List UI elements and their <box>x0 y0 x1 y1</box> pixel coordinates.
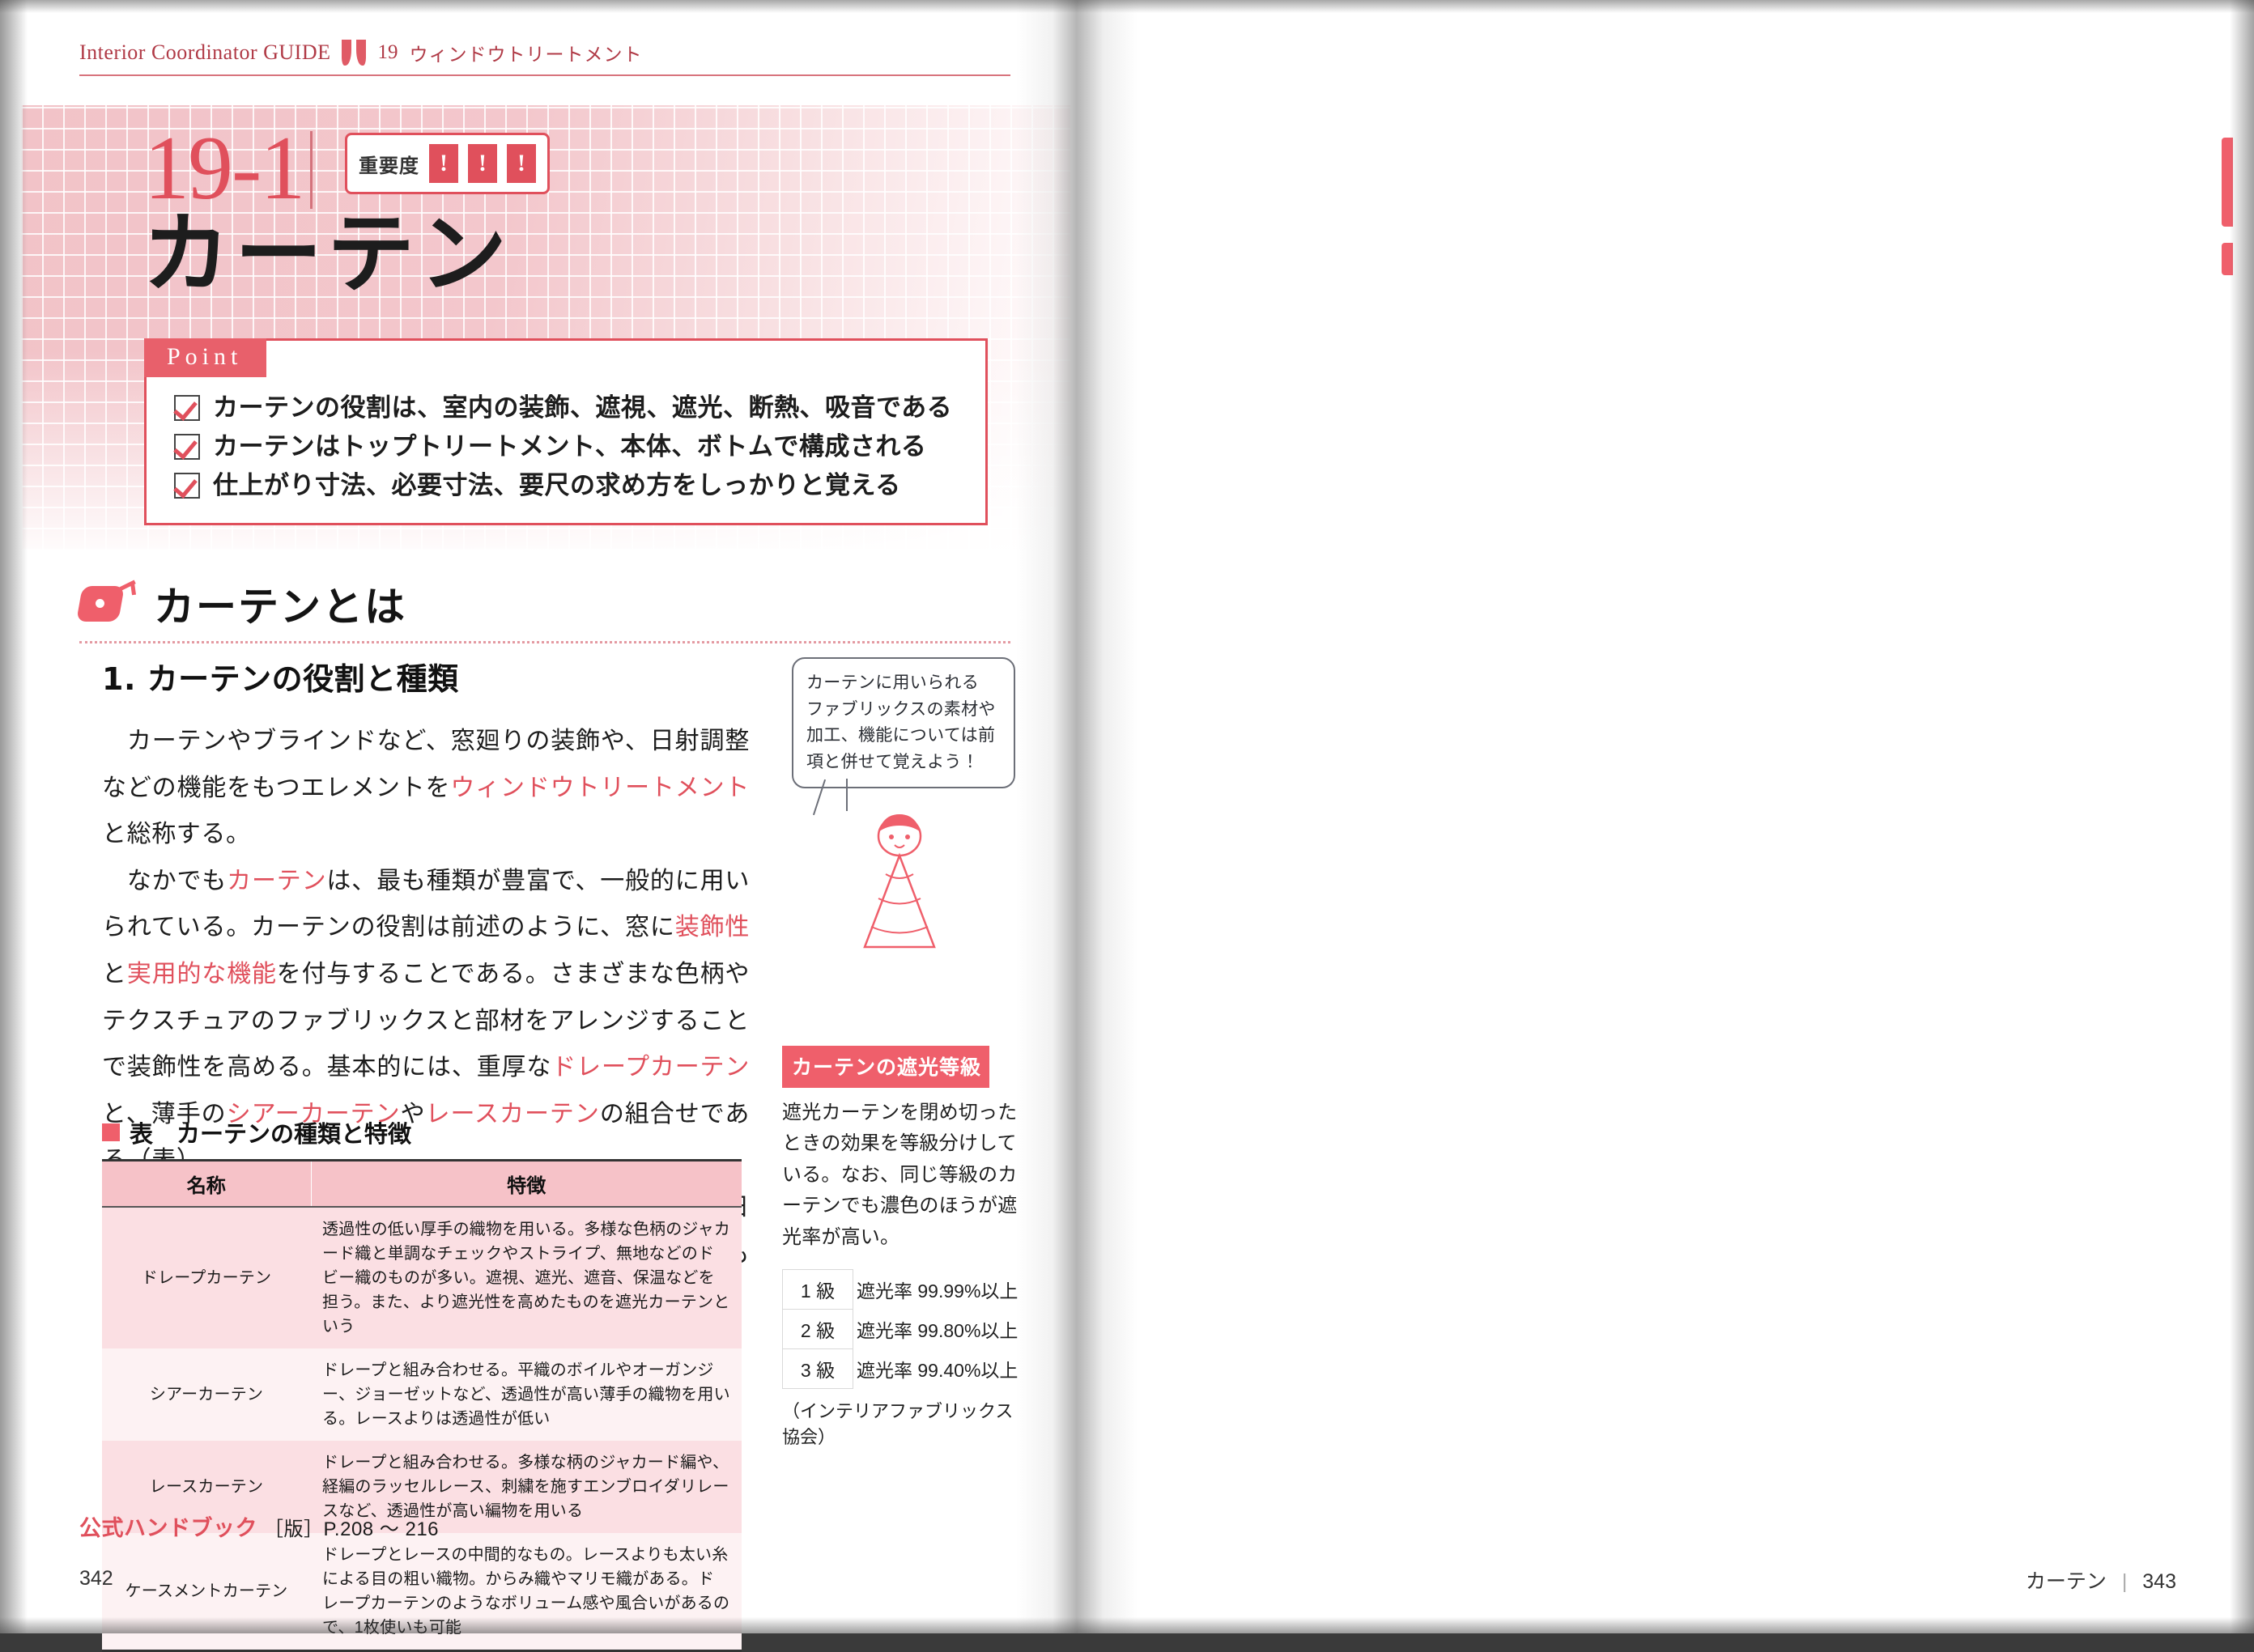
grade-level: 3 級 <box>782 1348 853 1389</box>
page-left: Interior Coordinator GUIDE 19 ウィンドウトリートメ… <box>21 0 1070 1652</box>
folio-right-label: カーテン <box>2025 1570 2107 1593</box>
handbook-note: 公式ハンドブック ［版］P.208 〜 216 <box>79 1510 439 1542</box>
grade-level: 1 級 <box>782 1268 853 1310</box>
handbook-note-black: ［版］P.208 〜 216 <box>264 1518 440 1540</box>
page-edge-marker-top <box>2222 138 2233 227</box>
curtain-kinds-table: 名称 特徴 ドレープカーテン 透過性の低い厚手の織物を用いる。多様な色柄のジャカ… <box>102 1159 742 1652</box>
grade-box-title: カーテンの遮光等級 <box>782 1046 990 1088</box>
point-item: カーテンの役割は、室内の装飾、遮視、遮光、断熱、吸音である <box>174 389 985 427</box>
hero-divider <box>310 131 313 209</box>
grade-value: 遮光率 99.99%以上 <box>857 1280 1019 1302</box>
tip-bubble-line: ファブリックスの素材や <box>806 699 996 719</box>
tip-bubble: カーテンに用いられる ファブリックスの素材や 加工、機能については前 項と併せて… <box>792 657 1015 789</box>
point-list: カーテンの役割は、室内の装飾、遮視、遮光、断熱、吸音である カーテンはトップトリ… <box>147 389 985 505</box>
page-edge-right <box>2230 0 2254 1633</box>
importance-mark-2: ! <box>468 144 497 183</box>
kinds-table-wrap: 表 カーテンの種類と特徴 名称 特徴 ドレープカーテン 透過性の低い厚手の織物を… <box>102 1115 742 1652</box>
tip-bubble-line: 加工、機能については前 <box>806 726 996 745</box>
importance-label: 重要度 <box>359 155 419 177</box>
grade-value: 遮光率 99.40%以上 <box>857 1359 1019 1381</box>
table-row: 2 級 遮光率 99.80%以上 <box>782 1308 1025 1349</box>
importance-badge: 重要度 ! ! ! <box>345 133 550 194</box>
point-item-text: 仕上がり寸法、必要寸法、要尺の求め方をしっかりと覚える <box>213 471 901 500</box>
point-item-text: カーテンはトップトリートメント、本体、ボトムで構成される <box>213 432 927 461</box>
cell-desc: ドレープと組み合わせる。平織のボイルやオーガンジー、ジョーゼットなど、透過性が高… <box>311 1348 742 1441</box>
grade-level: 2 級 <box>782 1308 853 1349</box>
page-right: 2. カーテンの構成 カーテンは、トップトリートメントとカーテン本体、ボトムの部… <box>1093 0 2233 1633</box>
grade-table: 1 級 遮光率 99.99%以上 2 級 遮光率 99.80%以上 3 級 遮光… <box>782 1268 1025 1389</box>
book-spread: Interior Coordinator GUIDE 19 ウィンドウトリートメ… <box>0 0 2254 1652</box>
point-item: 仕上がり寸法、必要寸法、要尺の求め方をしっかりと覚える <box>174 466 985 505</box>
folio-right-number: 343 <box>2142 1570 2176 1593</box>
page-title: カーテン <box>142 203 512 305</box>
checkbox-icon <box>174 473 200 499</box>
grade-box: カーテンの遮光等級 遮光カーテンを閉め切ったときの効果を等級分けしている。なお、… <box>782 1046 1025 1449</box>
cell-desc: 透過性の低い厚手の織物を用いる。多様な色柄のジャカード織と単調なチェックやストラ… <box>311 1207 742 1348</box>
running-head-chapter-number: 19 <box>377 41 398 63</box>
table-row: 1 級 遮光率 99.99%以上 <box>782 1268 1025 1310</box>
section-number: 19-1 <box>144 118 305 219</box>
running-head-series: Interior Coordinator GUIDE <box>79 40 331 64</box>
point-box-label: Point <box>144 338 267 377</box>
point-item-text: カーテンの役割は、室内の装飾、遮視、遮光、断熱、吸音である <box>213 393 953 422</box>
section-divider <box>79 641 1010 643</box>
tip-bubble-line: 項と併せて覚えよう！ <box>806 752 979 771</box>
tag-icon <box>76 580 139 625</box>
column-header-name: 名称 <box>102 1159 312 1208</box>
subsection-1-heading: 1. カーテンの役割と種類 <box>102 661 459 697</box>
table-caption: 表 カーテンの種類と特徴 <box>102 1115 742 1149</box>
square-bullet-icon <box>102 1123 120 1141</box>
folio-right: カーテン | 343 <box>2026 1565 2176 1595</box>
curtain-icon <box>342 40 367 66</box>
table-row: ドレープカーテン 透過性の低い厚手の織物を用いる。多様な色柄のジャカード織と単調… <box>102 1207 742 1348</box>
left-section-heading-wrap: カーテンとは <box>76 575 1010 643</box>
checkbox-icon <box>174 395 200 421</box>
section-heading-text: カーテンとは <box>154 583 406 631</box>
tip-bubble-line: カーテンに用いられる <box>806 673 979 692</box>
column-header-desc: 特徴 <box>311 1159 742 1208</box>
folio-left: 342 <box>79 1567 113 1590</box>
point-item: カーテンはトップトリートメント、本体、ボトムで構成される <box>174 427 985 466</box>
checkbox-icon <box>174 434 200 461</box>
point-box: Point カーテンの役割は、室内の装飾、遮視、遮光、断熱、吸音である カーテン… <box>144 338 988 526</box>
section-heading: カーテンとは <box>76 575 1010 633</box>
folio-separator: | <box>2121 1570 2128 1593</box>
grade-source: （インテリアファブリックス協会） <box>782 1400 1014 1447</box>
cell-name: ドレープカーテン <box>102 1207 311 1348</box>
paragraph-1: カーテンやブラインドなど、窓廻りの装飾や、日射調整などの機能をもつエレメントをウ… <box>102 728 751 848</box>
running-head-rule <box>79 74 1010 76</box>
grade-value: 遮光率 99.80%以上 <box>857 1319 1019 1341</box>
handbook-note-red: 公式ハンドブック <box>79 1516 257 1540</box>
table-row: 3 級 遮光率 99.40%以上 <box>782 1348 1025 1389</box>
running-head-chapter-title: ウィンドウトリートメント <box>409 44 643 65</box>
importance-mark-1: ! <box>429 144 458 183</box>
page-edge-marker-mid <box>2222 243 2233 275</box>
table-header-row: 名称 特徴 <box>102 1159 742 1208</box>
importance-mark-3: ! <box>507 144 536 183</box>
running-head: Interior Coordinator GUIDE 19 ウィンドウトリートメ… <box>79 39 642 66</box>
grade-box-body: 遮光カーテンを閉め切ったときの効果を等級分けしている。なお、同じ等級のカーテンで… <box>782 1102 1018 1248</box>
table-row: シアーカーテン ドレープと組み合わせる。平織のボイルやオーガンジー、ジョーゼット… <box>102 1348 742 1441</box>
table-caption-text: 表 カーテンの種類と特徴 <box>130 1122 412 1148</box>
girl-mascot-icon <box>863 814 936 949</box>
cell-name: シアーカーテン <box>102 1348 311 1441</box>
